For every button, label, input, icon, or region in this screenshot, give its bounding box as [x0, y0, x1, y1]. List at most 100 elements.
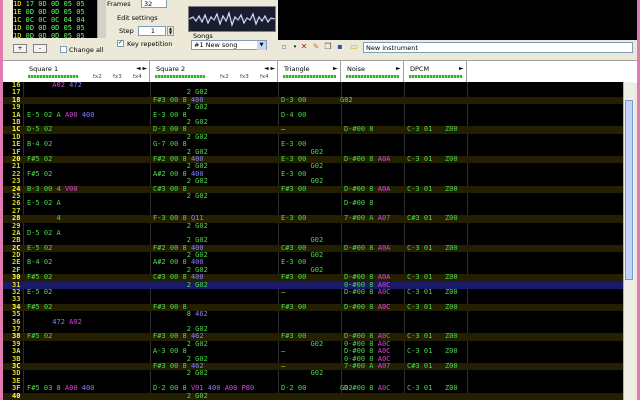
- pattern-cell[interactable]: D-#00 8: [344, 126, 374, 133]
- pattern-cell[interactable]: D-#00 8 A0C: [344, 288, 390, 296]
- channel-arrows-icon[interactable]: ◄ ►: [264, 65, 275, 72]
- pattern-cell[interactable]: D-#00 8 A0C: [344, 303, 390, 311]
- pattern-cell[interactable]: [344, 393, 348, 400]
- pattern-cell[interactable]: 7-#00 A A07: [344, 214, 390, 222]
- frames-count-input[interactable]: 32: [141, 0, 167, 8]
- edit-icon[interactable]: ✎: [311, 42, 321, 52]
- channel-header-dpcm[interactable]: DPCM ►: [404, 61, 467, 83]
- pattern-row[interactable]: [3, 289, 623, 296]
- pattern-editor[interactable]: 16 A02 472 17 2 G02 18 F#3 00 8 400 D-3 0…: [3, 82, 623, 400]
- frame-row[interactable]: 1D 0D 0D 0D 05 05: [13, 32, 105, 40]
- pattern-cell[interactable]: 2 G02: [153, 392, 208, 400]
- pattern-row[interactable]: [3, 319, 623, 326]
- pattern-cell[interactable]: 472 A02: [27, 318, 82, 326]
- pattern-cell[interactable]: C-3 01 Z00: [407, 288, 458, 296]
- pattern-cell[interactable]: [281, 393, 285, 400]
- pattern-row[interactable]: [3, 348, 623, 355]
- instrument-list[interactable]: [278, 0, 637, 40]
- pattern-cell[interactable]: D-#00 8 A0A: [344, 155, 390, 163]
- frame-list-scrollbar[interactable]: [97, 0, 106, 38]
- instrument-name-input[interactable]: New instrument: [363, 42, 633, 53]
- pattern-cell[interactable]: 2 G02: [153, 370, 208, 377]
- new-instrument-icon[interactable]: ▫: [279, 42, 289, 52]
- pattern-cell[interactable]: [27, 393, 31, 400]
- pattern-cell[interactable]: C-3 01 Z00: [407, 126, 458, 133]
- pattern-row[interactable]: [3, 134, 623, 141]
- frame-row[interactable]: 1D 17 0D 0D 05 05: [13, 0, 105, 8]
- pattern-row[interactable]: [3, 326, 623, 333]
- channel-header-square-2[interactable]: Square 2 ◄ ► fx2 fx3 fx4: [150, 61, 278, 83]
- pattern-cell[interactable]: A02 472: [27, 82, 82, 89]
- save-icon[interactable]: ▪: [335, 42, 345, 52]
- step-input[interactable]: 1: [138, 26, 166, 36]
- pattern-cell[interactable]: D-5 02 A: [27, 229, 61, 237]
- pattern-row[interactable]: [3, 104, 623, 111]
- pattern-cell[interactable]: E-5 02 A: [27, 200, 61, 207]
- pattern-row[interactable]: [3, 193, 623, 200]
- pattern-cell[interactable]: C-3 01 Z00: [407, 185, 458, 193]
- channel-arrows-icon[interactable]: ◄ ►: [136, 65, 147, 72]
- pattern-row[interactable]: [3, 126, 623, 134]
- pattern-row[interactable]: [3, 296, 623, 303]
- pattern-cell[interactable]: 2 G02: [153, 192, 208, 200]
- channel-header-triangle[interactable]: Triangle ►: [278, 61, 341, 83]
- pattern-cell[interactable]: C-3 01 Z00: [407, 385, 458, 392]
- pattern-cell[interactable]: C-3 01 Z00: [407, 303, 458, 311]
- channel-arrows-icon[interactable]: ►: [396, 65, 401, 72]
- pattern-cell[interactable]: C#3 01 Z00: [407, 214, 458, 222]
- frame-list[interactable]: 1D 17 0D 0D 05 05 1E 0D 0D 0D 05 05 1C 0C …: [13, 0, 105, 40]
- remove-frame-button[interactable]: -: [33, 44, 47, 53]
- channel-arrows-icon[interactable]: ►: [459, 65, 464, 72]
- pattern-cell[interactable]: C-3 01 Z00: [407, 348, 458, 355]
- pattern-row[interactable]: [3, 281, 623, 290]
- pattern-row[interactable]: [3, 215, 623, 223]
- pattern-cell[interactable]: C#3 01 Z00: [407, 362, 458, 370]
- pattern-cell[interactable]: D-2 00 G02: [281, 385, 353, 392]
- pattern-cell[interactable]: B-3 00 4 V00: [27, 185, 78, 193]
- pattern-cell[interactable]: 2 G02: [153, 281, 208, 289]
- song-select[interactable]: #1 New song ▼: [191, 40, 267, 50]
- pattern-cell[interactable]: 2 G02: [153, 222, 208, 230]
- pattern-cell[interactable]: C-3 01 Z00: [407, 333, 458, 340]
- pattern-cell[interactable]: D-3 00 G02: [281, 96, 353, 104]
- pattern-cell[interactable]: D-#00 8 A0A: [344, 244, 390, 252]
- pattern-row[interactable]: [3, 208, 623, 215]
- key-repetition-checkbox[interactable]: ✓: [117, 39, 124, 47]
- pattern-cell[interactable]: C-3 01 Z00: [407, 274, 458, 281]
- pattern-row[interactable]: [3, 303, 623, 312]
- copy-icon[interactable]: ❐: [323, 42, 333, 52]
- pattern-row[interactable]: [3, 119, 623, 126]
- pattern-cell[interactable]: 4: [27, 214, 61, 222]
- frame-row[interactable]: 1E 0D 0D 0D 05 05: [13, 8, 105, 16]
- pattern-row[interactable]: [3, 311, 623, 318]
- pattern-row[interactable]: [3, 185, 623, 193]
- scrollbar-thumb[interactable]: [625, 100, 633, 280]
- open-folder-icon[interactable]: ▭: [349, 42, 359, 52]
- pattern-row[interactable]: [3, 392, 623, 400]
- pattern-row[interactable]: [3, 82, 623, 89]
- pattern-cell[interactable]: G02: [281, 370, 324, 377]
- pattern-cell[interactable]: C-3 01 Z00: [407, 155, 458, 163]
- pattern-cell[interactable]: F#5 03 8 A00 400: [27, 385, 95, 392]
- channel-header-noise[interactable]: Noise ►: [341, 61, 404, 83]
- step-spinner[interactable]: ▲ ▼: [167, 26, 174, 36]
- pattern-row[interactable]: [3, 356, 623, 363]
- pattern-row[interactable]: [3, 223, 623, 230]
- pattern-cell[interactable]: E-5 02 A A00 400: [27, 111, 95, 119]
- pattern-cell[interactable]: 8 462: [153, 311, 208, 318]
- channel-header-square-1[interactable]: Square 1 ◄ ► fx2 fx3 fx4: [23, 61, 150, 83]
- frame-row[interactable]: 1D 0D 0D 0D 05 05: [13, 24, 105, 32]
- pattern-cell[interactable]: D-#00 8 A0A: [344, 185, 390, 193]
- pattern-cell[interactable]: 7-#00 A A07: [344, 362, 390, 370]
- add-frame-button[interactable]: +: [13, 44, 27, 53]
- pattern-scrollbar[interactable]: [623, 82, 634, 400]
- change-all-checkbox[interactable]: [60, 46, 67, 53]
- pattern-cell[interactable]: G02: [281, 340, 324, 348]
- pattern-row[interactable]: [3, 112, 623, 119]
- pattern-row[interactable]: [3, 200, 623, 207]
- pattern-cell[interactable]: D-#00 8 A0C: [344, 385, 390, 392]
- frame-row[interactable]: 1C 0C 0C 0C 04 04: [13, 16, 105, 24]
- channel-arrows-icon[interactable]: ►: [333, 65, 338, 72]
- delete-icon[interactable]: ✕: [299, 42, 309, 52]
- pattern-cell[interactable]: D-#00 8: [344, 200, 374, 207]
